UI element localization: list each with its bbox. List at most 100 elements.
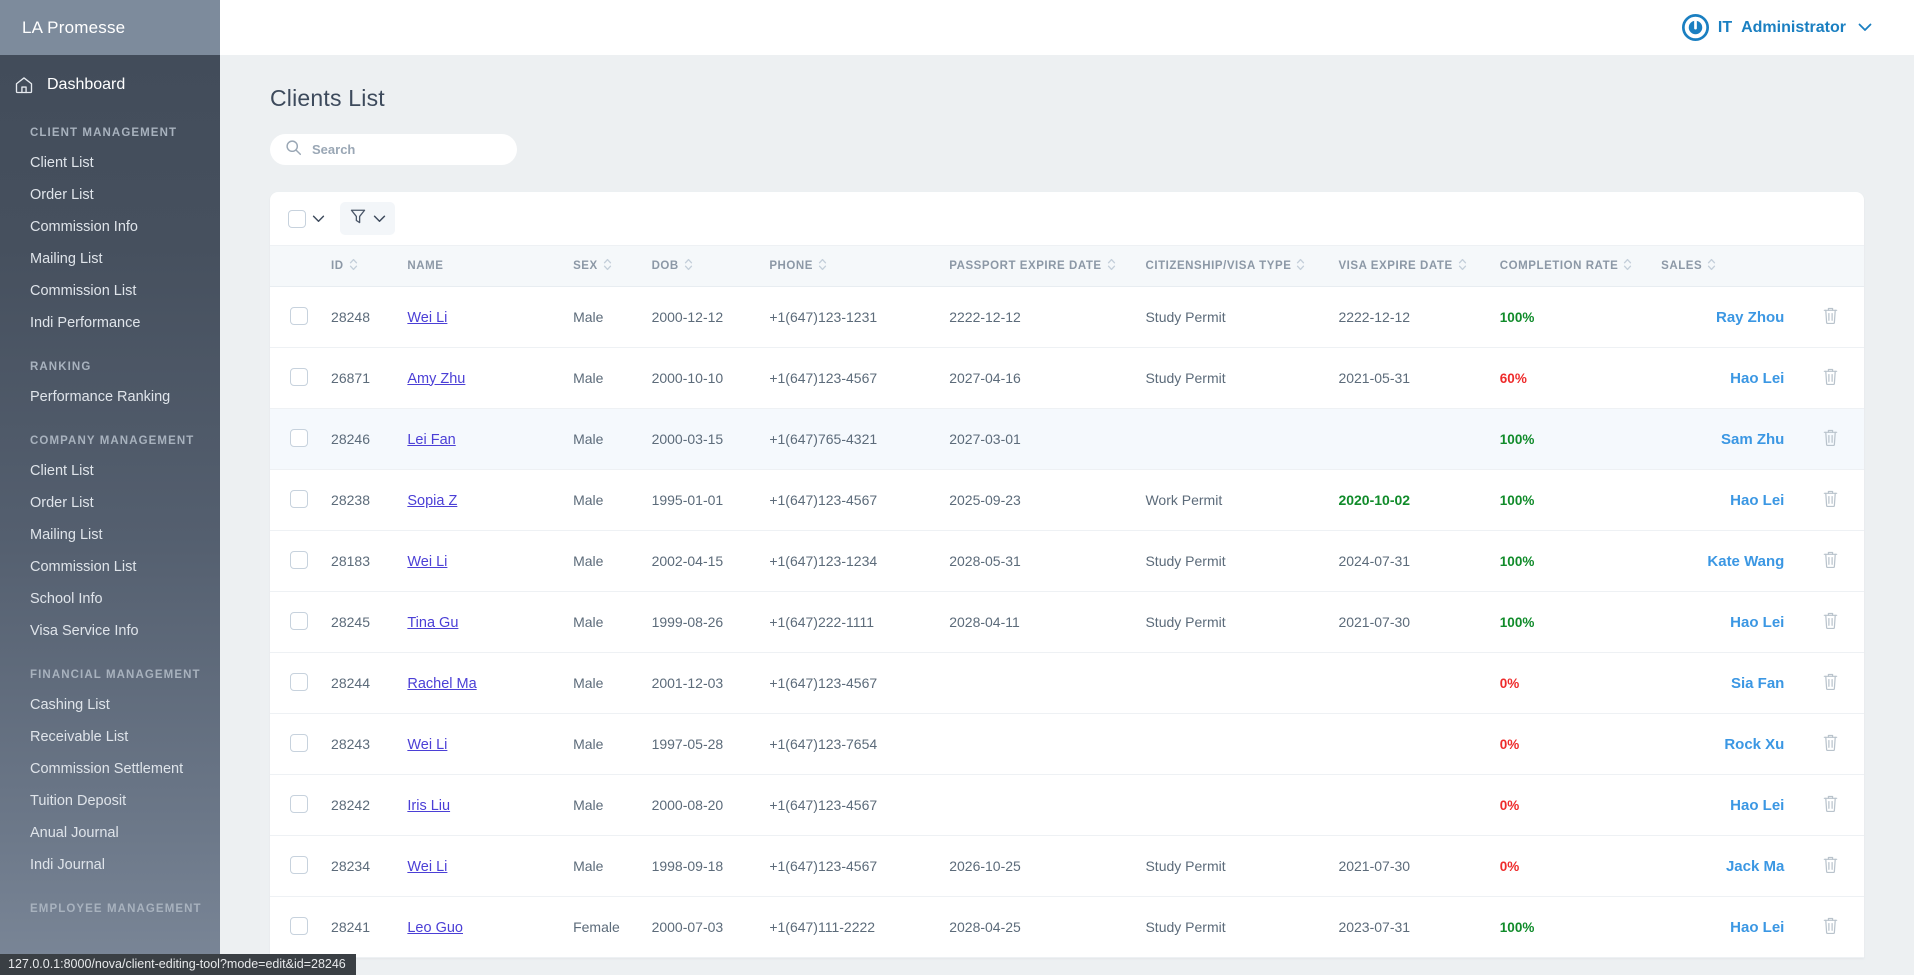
sidebar-item-school-info[interactable]: School Info: [0, 583, 220, 615]
filter-dropdown[interactable]: [340, 202, 395, 235]
delete-row-icon[interactable]: [1822, 611, 1839, 633]
row-checkbox[interactable]: [290, 855, 308, 874]
row-checkbox[interactable]: [290, 672, 308, 691]
chevron-down-icon[interactable]: [373, 213, 386, 225]
table-header-sales[interactable]: SALES: [1661, 246, 1797, 287]
sidebar-item-order-list[interactable]: Order List: [0, 487, 220, 519]
row-checkbox[interactable]: [290, 367, 308, 386]
table-header-pass[interactable]: PASSPORT EXPIRE DATE: [949, 246, 1146, 287]
sales-person-link[interactable]: Sia Fan: [1731, 675, 1784, 692]
sort-arrows-icon[interactable]: [684, 258, 693, 274]
table-header-visa[interactable]: VISA EXPIRE DATE: [1338, 246, 1500, 287]
chevron-down-icon[interactable]: [312, 213, 325, 225]
sidebar-item-commission-list[interactable]: Commission List: [0, 551, 220, 583]
delete-row-icon[interactable]: [1822, 855, 1839, 877]
brand-header[interactable]: LA Promesse: [0, 0, 220, 55]
sidebar-item-visa-service-info[interactable]: Visa Service Info: [0, 615, 220, 647]
select-all-dropdown[interactable]: [281, 205, 332, 233]
sales-person-link[interactable]: Jack Ma: [1726, 858, 1784, 875]
table-row[interactable]: 28241 Leo Guo Female 2000-07-03 +1(647)111-2…: [270, 896, 1864, 958]
sidebar-item-tuition-deposit[interactable]: Tuition Deposit: [0, 785, 220, 817]
sidebar-item-indi-journal[interactable]: Indi Journal: [0, 849, 220, 881]
search-input[interactable]: [270, 134, 517, 165]
row-checkbox[interactable]: [290, 428, 308, 447]
sidebar-item-commission-list[interactable]: Commission List: [0, 275, 220, 307]
row-checkbox[interactable]: [290, 916, 308, 935]
delete-row-icon[interactable]: [1822, 306, 1839, 328]
client-name-link[interactable]: Wei Li: [407, 554, 447, 570]
sidebar-item-commission-settlement[interactable]: Commission Settlement: [0, 753, 220, 785]
delete-row-icon[interactable]: [1822, 794, 1839, 816]
client-name-link[interactable]: Amy Zhu: [407, 371, 465, 387]
sort-arrows-icon[interactable]: [349, 258, 358, 274]
table-header-rate[interactable]: COMPLETION RATE: [1499, 246, 1662, 287]
delete-row-icon[interactable]: [1822, 672, 1839, 694]
user-menu[interactable]: IT Administrator: [1681, 14, 1872, 41]
sidebar-item-performance-ranking[interactable]: Performance Ranking: [0, 381, 220, 413]
sales-person-link[interactable]: Hao Lei: [1730, 797, 1784, 814]
table-header-name[interactable]: NAME: [407, 246, 574, 287]
sidebar-item-receivable-list[interactable]: Receivable List: [0, 721, 220, 753]
sales-person-link[interactable]: Ray Zhou: [1716, 309, 1784, 326]
sort-arrows-icon[interactable]: [1296, 258, 1305, 274]
table-row[interactable]: 28243 Wei Li Male 1997-05-28 +1(647)123-7654…: [270, 713, 1864, 775]
sidebar-item-mailing-list[interactable]: Mailing List: [0, 243, 220, 275]
table-header-id[interactable]: ID: [331, 246, 408, 287]
client-name-link[interactable]: Wei Li: [407, 310, 447, 326]
client-name-link[interactable]: Leo Guo: [407, 920, 463, 936]
sort-arrows-icon[interactable]: [603, 258, 612, 274]
sales-person-link[interactable]: Hao Lei: [1730, 492, 1784, 509]
sidebar-item-cashing-list[interactable]: Cashing List: [0, 689, 220, 721]
table-header-cit[interactable]: CITIZENSHIP/VISA TYPE: [1145, 246, 1339, 287]
sidebar-item-order-list[interactable]: Order List: [0, 179, 220, 211]
sidebar-item-commission-info[interactable]: Commission Info: [0, 211, 220, 243]
table-header-sex[interactable]: SEX: [573, 246, 652, 287]
sales-person-link[interactable]: Hao Lei: [1730, 919, 1784, 936]
table-row[interactable]: 28242 Iris Liu Male 2000-08-20 +1(647)123-45…: [270, 774, 1864, 836]
table-header-dob[interactable]: DOB: [651, 246, 770, 287]
sidebar-item-client-list[interactable]: Client List: [0, 147, 220, 179]
table-header-phone[interactable]: PHONE: [769, 246, 950, 287]
sort-arrows-icon[interactable]: [818, 258, 827, 274]
row-checkbox[interactable]: [290, 733, 308, 752]
sort-arrows-icon[interactable]: [1707, 258, 1716, 274]
sidebar-item-client-list[interactable]: Client List: [0, 455, 220, 487]
client-name-link[interactable]: Wei Li: [407, 859, 447, 875]
client-name-link[interactable]: Iris Liu: [407, 798, 450, 814]
table-row[interactable]: 28244 Rachel Ma Male 2001-12-03 +1(647)123-4…: [270, 652, 1864, 714]
sales-person-link[interactable]: Sam Zhu: [1721, 431, 1784, 448]
delete-row-icon[interactable]: [1822, 428, 1839, 450]
sales-person-link[interactable]: Hao Lei: [1730, 370, 1784, 387]
client-name-link[interactable]: Tina Gu: [407, 615, 458, 631]
table-row[interactable]: 28238 Sopia Z Male 1995-01-01 +1(647)123-456…: [270, 469, 1864, 531]
delete-row-icon[interactable]: [1822, 916, 1839, 938]
sidebar-item-dashboard[interactable]: Dashboard: [0, 65, 220, 105]
table-row[interactable]: 26871 Amy Zhu Male 2000-10-10 +1(647)123-456…: [270, 347, 1864, 409]
row-checkbox[interactable]: [290, 306, 308, 325]
row-checkbox[interactable]: [290, 794, 308, 813]
delete-row-icon[interactable]: [1822, 550, 1839, 572]
sales-person-link[interactable]: Rock Xu: [1724, 736, 1784, 753]
row-checkbox[interactable]: [290, 611, 308, 630]
sidebar-item-mailing-list[interactable]: Mailing List: [0, 519, 220, 551]
table-row[interactable]: 28246 Lei Fan Male 2000-03-15 +1(647)765-432…: [270, 408, 1864, 470]
delete-row-icon[interactable]: [1822, 367, 1839, 389]
delete-row-icon[interactable]: [1822, 489, 1839, 511]
chevron-down-icon[interactable]: [1858, 20, 1872, 35]
table-row[interactable]: 28183 Wei Li Male 2002-04-15 +1(647)123-1234…: [270, 530, 1864, 592]
row-checkbox[interactable]: [290, 550, 308, 569]
sort-arrows-icon[interactable]: [1623, 258, 1632, 274]
client-name-link[interactable]: Lei Fan: [407, 432, 455, 448]
sort-arrows-icon[interactable]: [1458, 258, 1467, 274]
row-checkbox[interactable]: [290, 489, 308, 508]
sidebar-item-anual-journal[interactable]: Anual Journal: [0, 817, 220, 849]
table-row[interactable]: 28234 Wei Li Male 1998-09-18 +1(647)123-4567…: [270, 835, 1864, 897]
client-name-link[interactable]: Wei Li: [407, 737, 447, 753]
select-all-checkbox[interactable]: [288, 209, 306, 228]
table-row[interactable]: 28245 Tina Gu Male 1999-08-26 +1(647)222-111…: [270, 591, 1864, 653]
sidebar-item-indi-performance[interactable]: Indi Performance: [0, 307, 220, 339]
client-name-link[interactable]: Rachel Ma: [407, 676, 476, 692]
client-name-link[interactable]: Sopia Z: [407, 493, 457, 509]
sales-person-link[interactable]: Hao Lei: [1730, 614, 1784, 631]
table-row[interactable]: 28248 Wei Li Male 2000-12-12 +1(647)123-1231…: [270, 286, 1864, 348]
